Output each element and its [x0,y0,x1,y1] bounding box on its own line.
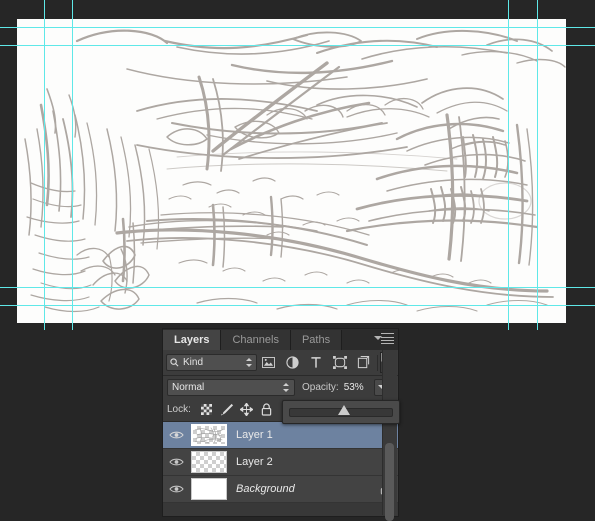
filter-shape-icon[interactable] [328,352,352,374]
panel-scrollbar-thumb[interactable] [385,443,394,521]
chevron-updown-icon [245,357,253,368]
search-icon [170,358,179,367]
opacity-slider-thumb[interactable] [338,404,351,415]
guide-horizontal-3[interactable] [0,287,595,288]
guide-horizontal-1[interactable] [0,27,595,28]
canvas-workspace[interactable] [0,0,595,330]
table-row[interactable]: Layer 2 [163,449,398,476]
tab-channels[interactable]: Channels [221,330,291,350]
filter-separator [377,354,379,371]
eye-icon[interactable] [163,449,189,475]
panel-menu-icon[interactable] [374,333,394,346]
eye-icon[interactable] [163,422,189,448]
filter-smart-object-icon[interactable] [352,352,376,374]
layers-panel: Layers Channels Paths Kind Normal Opacit… [162,328,400,521]
layer-name: Layer 2 [236,456,273,468]
filter-type-icon[interactable] [304,352,328,374]
lock-label: Lock: [167,404,191,415]
layer-list: Layer 1 Layer 2 Background [163,422,398,503]
guide-vertical-1[interactable] [44,0,45,330]
tab-paths[interactable]: Paths [290,330,343,350]
document-canvas[interactable] [17,19,566,323]
layer-name: Background [236,483,295,495]
pencil-sketch-artwork [24,29,566,313]
blend-mode-select[interactable]: Normal [167,378,295,396]
guide-horizontal-2[interactable] [0,45,595,46]
blend-mode-value: Normal [172,381,205,393]
panel-scrollbar[interactable] [382,350,397,521]
lock-image-pixels-icon[interactable] [217,401,237,419]
tab-layers[interactable]: Layers [163,330,222,350]
lock-all-icon[interactable] [257,401,277,419]
opacity-value[interactable]: 53% [344,382,374,393]
blend-opacity-row: Normal Opacity: 53% [163,376,398,398]
filter-pixel-icon[interactable] [257,352,281,374]
chevron-updown-icon [283,382,290,393]
layer-filter-row: Kind [163,350,398,376]
guide-vertical-3[interactable] [508,0,509,330]
guide-vertical-2[interactable] [72,0,73,330]
table-row[interactable]: Layer 1 [163,422,398,449]
lock-transparency-icon[interactable] [197,401,217,419]
filter-kind-select[interactable]: Kind [166,354,257,371]
opacity-label: Opacity: [302,381,339,393]
table-row[interactable]: Background [163,476,398,503]
opacity-slider-popup[interactable] [282,400,400,424]
filter-kind-label: Kind [183,357,204,368]
layer-thumbnail[interactable] [191,424,227,446]
layer-thumbnail[interactable] [191,478,227,500]
panel-tab-bar: Layers Channels Paths [163,329,398,350]
guide-vertical-4[interactable] [537,0,538,330]
layer-name: Layer 1 [236,429,273,441]
guide-horizontal-4[interactable] [0,305,595,306]
lock-position-icon[interactable] [237,401,257,419]
layer-thumbnail-sketch [194,427,224,444]
filter-adjustment-icon[interactable] [281,352,305,374]
eye-icon[interactable] [163,476,189,502]
photoshop-window: Layers Channels Paths Kind Normal Opacit… [0,0,595,521]
layer-thumbnail[interactable] [191,451,227,473]
opacity-slider-track[interactable] [289,404,393,417]
